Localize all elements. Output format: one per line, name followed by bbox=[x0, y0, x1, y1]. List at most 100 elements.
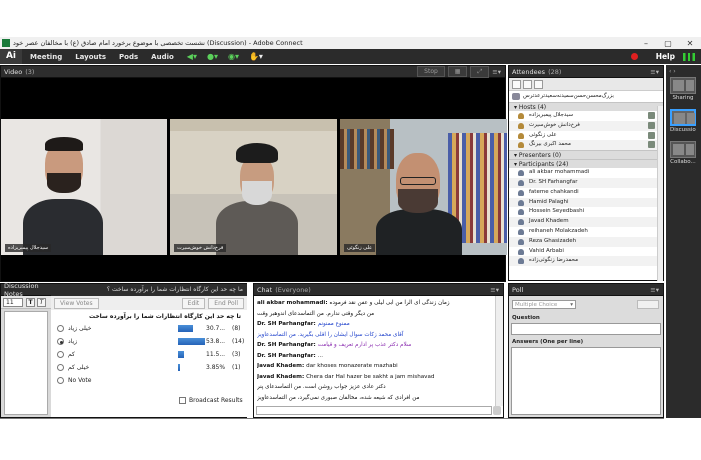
radio-button[interactable] bbox=[57, 364, 64, 371]
participant-attendee[interactable]: Javad Khadem bbox=[509, 217, 663, 227]
video-feed[interactable]: سیدجلال پیمبریزاده bbox=[1, 119, 167, 255]
edit-poll-button[interactable]: Edit bbox=[181, 297, 206, 309]
menu-audio[interactable]: Audio bbox=[151, 53, 174, 61]
recording-icon[interactable] bbox=[630, 53, 638, 60]
participant-attendee[interactable]: ali akbar mohammadi bbox=[509, 168, 663, 178]
notes-text-area[interactable] bbox=[4, 311, 48, 415]
minimize-icon[interactable]: – bbox=[635, 39, 657, 48]
chat-message: Javad Khadem: dar khoses monazerate mazh… bbox=[257, 361, 494, 372]
collapse-icon[interactable]: ‹ › bbox=[669, 68, 676, 75]
poll-type-select[interactable]: Multiple Choice ▾ bbox=[512, 300, 576, 309]
poll-option-row[interactable]: خیلی زیاد 30.7... (8) bbox=[51, 323, 247, 336]
chat-message: دکتر عادی عزیز جواب روشن است. من التماسد… bbox=[257, 382, 494, 393]
poll-result-bar bbox=[178, 325, 194, 332]
divider bbox=[0, 418, 664, 419]
chat-scrollbar[interactable] bbox=[495, 296, 503, 406]
microphone-icon[interactable]: ●▾ bbox=[207, 52, 218, 61]
checkbox-icon[interactable] bbox=[179, 397, 186, 404]
host-attendee[interactable]: محمد اکبری بیرنگ bbox=[509, 140, 663, 151]
layout-sharing[interactable]: Sharing bbox=[670, 77, 696, 101]
poll-result-percent: 30.7... bbox=[206, 325, 226, 332]
attendees-scrollbar[interactable] bbox=[657, 106, 663, 281]
menu-meeting[interactable]: Meeting bbox=[30, 53, 62, 61]
view-votes-button[interactable]: View Votes bbox=[54, 297, 99, 309]
layout-discussion[interactable]: Discussion bbox=[670, 109, 696, 133]
participant-attendee[interactable]: Vahid Arbabi bbox=[509, 247, 663, 257]
pod-menu-icon[interactable]: ≡▾ bbox=[492, 68, 501, 76]
poll-option-row[interactable]: خیلی کم 3.85% (1) bbox=[51, 362, 247, 375]
poll-option-row[interactable]: No Vote bbox=[51, 375, 247, 388]
poll-results-panel: ما چه حد این کارگاه انتظارات شما را برآو… bbox=[51, 284, 247, 417]
radio-button[interactable] bbox=[57, 338, 64, 345]
participant-attendee[interactable]: Hossein Seyedbashi bbox=[509, 207, 663, 217]
poll-option-row[interactable]: کم 11.5... (3) bbox=[51, 349, 247, 362]
poll-pod-header: Poll ≡▾ bbox=[509, 284, 663, 296]
pod-menu-icon[interactable]: ≡▾ bbox=[490, 286, 499, 294]
chat-text: دکتر عادی عزیز جواب روشن است. من التماسد… bbox=[257, 384, 386, 390]
chat-message: Dr. SH Parhangfar: ... bbox=[257, 351, 494, 362]
participant-attendee[interactable]: Reza Ghasizadeh bbox=[509, 236, 663, 247]
chat-message: Javad Khadem: Chera dar Hal hazer be sak… bbox=[257, 372, 494, 383]
participant-attendee[interactable]: reihaneh Molakzadeh bbox=[509, 227, 663, 237]
participant-attendee[interactable]: محمدرضا زنگوئی‌زاده bbox=[509, 256, 663, 267]
broadcast-results-checkbox[interactable]: Broadcast Results bbox=[179, 397, 243, 404]
hosts-list: سیدجلال پیمبریزاده فرخ‌دانش خوش‌سیرت علی ز… bbox=[509, 111, 663, 151]
host-attendee[interactable]: فرخ‌دانش خوش‌سیرت bbox=[509, 120, 663, 131]
participant-attendee[interactable]: Dr. SH Farhangfar bbox=[509, 177, 663, 188]
close-icon[interactable]: ✕ bbox=[679, 39, 701, 48]
host-attendee[interactable]: علی زنگوئی bbox=[509, 131, 663, 141]
send-icon[interactable] bbox=[493, 406, 501, 415]
broadcast-results-label: Broadcast Results bbox=[189, 397, 243, 404]
discussion-notes-pod: Discussion Notes 11 T T ما چه حد این کار… bbox=[0, 282, 247, 418]
help-menu[interactable]: Help bbox=[656, 52, 675, 61]
radio-button[interactable] bbox=[57, 351, 64, 358]
font-size-select[interactable]: 11 bbox=[3, 297, 23, 307]
status-view-icon[interactable] bbox=[523, 79, 532, 89]
video-feed[interactable]: فرخ‌دانش خوش‌سیرت bbox=[170, 119, 337, 255]
maximize-icon[interactable]: ▢ bbox=[657, 39, 679, 48]
participant-attendee[interactable]: fateme chahkandi bbox=[509, 188, 663, 198]
sort-icon[interactable] bbox=[534, 79, 543, 89]
question-input[interactable] bbox=[511, 323, 661, 335]
fullscreen-icon[interactable]: ⤢ bbox=[470, 65, 490, 78]
glasses bbox=[400, 177, 436, 185]
chat-input[interactable] bbox=[256, 406, 492, 415]
menu-pods[interactable]: Pods bbox=[119, 53, 138, 61]
video-feed-label: علی زنگوئی bbox=[344, 244, 376, 252]
participants-group[interactable]: Participants (24) bbox=[509, 159, 663, 169]
open-poll-button[interactable] bbox=[637, 300, 659, 309]
participant-attendee[interactable]: Hamid Palaghi bbox=[509, 197, 663, 208]
poll-result-bar bbox=[178, 364, 180, 371]
pod-menu-icon[interactable]: ≡▾ bbox=[650, 286, 659, 294]
chevron-down-icon: ▾ bbox=[570, 302, 573, 308]
end-poll-button[interactable]: End Poll bbox=[208, 297, 244, 309]
bold-button[interactable]: T bbox=[26, 297, 35, 307]
layout-label: Discussion bbox=[670, 127, 696, 133]
speaker-icon[interactable]: ◀▾ bbox=[187, 52, 197, 61]
my-status[interactable]: بزرگ‌محسن‌حسن‌سمیدنه‌سعیدتر‌عدتر‌س bbox=[509, 91, 663, 102]
poll-result-count: (14) bbox=[232, 338, 245, 345]
video-feed[interactable]: علی زنگوئی bbox=[340, 119, 507, 255]
poll-option-row[interactable]: زیاد 53.8... (14) bbox=[51, 336, 247, 349]
radio-button[interactable] bbox=[57, 325, 64, 332]
pod-menu-icon[interactable]: ≡▾ bbox=[650, 68, 659, 76]
radio-button[interactable] bbox=[57, 377, 64, 384]
answers-input[interactable] bbox=[511, 347, 661, 415]
list-view-icon[interactable] bbox=[512, 79, 521, 89]
chat-messages: ali akbar mohammadi: زمان زندگی ای الرا … bbox=[254, 296, 497, 406]
presenters-group[interactable]: Presenters (0) bbox=[509, 150, 663, 160]
answers-label: Answers (One per line) bbox=[512, 339, 584, 345]
webcam-icon[interactable]: ◉▾ bbox=[228, 52, 239, 61]
poll-result-count: (8) bbox=[232, 325, 241, 332]
host-attendee[interactable]: سیدجلال پیمبریزاده bbox=[509, 111, 663, 121]
window-title: نشست تخصصی با موضوع برخورد امام صادق (ع)… bbox=[13, 39, 303, 47]
chat-text: ممنوع ممنونم bbox=[317, 321, 350, 327]
layout-collabo[interactable]: Collabo... bbox=[670, 141, 696, 165]
grid-view-icon[interactable]: ▦ bbox=[447, 66, 468, 77]
italic-button[interactable]: T bbox=[37, 297, 46, 307]
raise-hand-icon[interactable]: ✋▾ bbox=[249, 52, 263, 61]
poll-question-text: تا چه حد این کارگاه انتظارات شما را برآو… bbox=[88, 313, 241, 320]
menu-layouts[interactable]: Layouts bbox=[75, 53, 106, 61]
video-stop-button[interactable]: Stop bbox=[417, 66, 445, 77]
hosts-group[interactable]: Hosts (4) bbox=[509, 102, 663, 111]
